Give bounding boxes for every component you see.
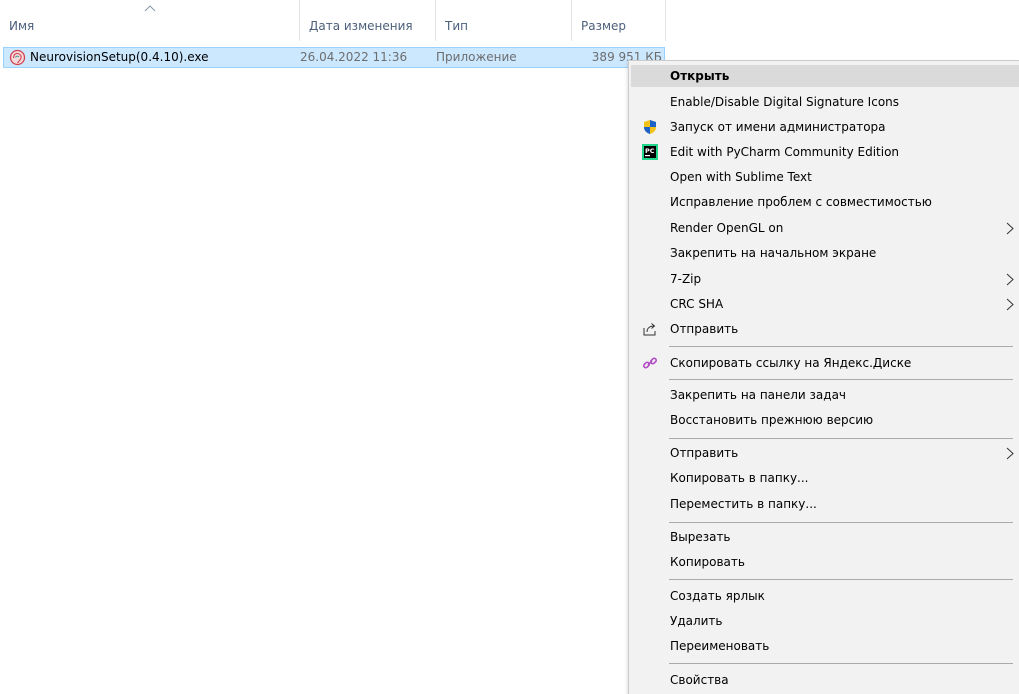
menu-item-move-to-folder-label: Переместить в папку... [670,497,817,511]
menu-item-sublime-label: Open with Sublime Text [670,170,812,184]
menu-item-run-as-admin-label: Запуск от имени администратора [670,120,886,134]
sort-ascending-icon [144,5,156,12]
menu-item-cut[interactable]: Вырезать [631,526,1019,548]
uac-shield-icon [644,120,656,134]
link-icon [642,357,658,369]
menu-item-compat-label: Исправление проблем с совместимостью [670,195,932,209]
column-header-size[interactable]: Размер [572,0,666,41]
neurovision-app-icon [9,49,26,66]
explorer-window: Имя Дата изменения Тип Размер Neurovisio… [0,0,1019,694]
menu-item-delete-label: Удалить [670,614,723,628]
menu-item-signature-icons[interactable]: Enable/Disable Digital Signature Icons [631,91,1019,113]
menu-separator [669,379,1013,380]
menu-item-cut-label: Вырезать [670,530,731,544]
file-date: 26.04.2022 11:36 [300,50,408,64]
menu-item-properties-label: Свойства [670,673,729,687]
menu-item-copy-to-folder-label: Копировать в папку... [670,471,809,485]
menu-item-restore-previous-label: Восстановить прежнюю версию [670,413,874,427]
menu-item-open-label: Открыть [670,69,730,83]
menu-item-run-as-admin[interactable]: Запуск от имени администратора [631,116,1019,138]
menu-separator [669,522,1013,523]
menu-item-share-label: Отправить [670,322,739,336]
menu-item-render-opengl[interactable]: Render OpenGL on [631,217,1019,239]
chevron-right-icon [1006,298,1014,311]
chevron-right-icon [1006,447,1014,460]
column-header-size-label: Размер [581,19,627,33]
share-icon [643,323,656,336]
menu-item-yandex-link-label: Скопировать ссылку на Яндекс.Диске [670,356,912,370]
menu-item-crc-sha-label: CRC SHA [670,297,724,311]
menu-item-properties[interactable]: Свойства [631,669,1019,691]
column-header-type-label: Тип [445,19,468,33]
svg-text:PC: PC [645,147,655,155]
column-header-name[interactable]: Имя [0,0,300,41]
column-header-bar: Имя Дата изменения Тип Размер [0,0,1019,41]
menu-item-restore-previous[interactable]: Восстановить прежнюю версию [631,409,1019,431]
menu-separator [669,346,1013,347]
menu-item-copy-label: Копировать [670,555,745,569]
menu-item-pycharm-label: Edit with PyCharm Community Edition [670,145,900,159]
menu-item-pycharm[interactable]: PC Edit with PyCharm Community Edition [631,141,1019,163]
menu-item-send-to-label: Отправить [670,446,739,460]
column-header-date-label: Дата изменения [309,19,413,33]
column-header-date[interactable]: Дата изменения [300,0,436,41]
file-name: NeurovisionSetup(0.4.10).exe [30,50,209,64]
menu-item-render-opengl-label: Render OpenGL on [670,221,784,235]
menu-item-rename[interactable]: Переименовать [631,635,1019,657]
column-header-name-label: Имя [9,19,35,33]
chevron-right-icon [1006,222,1014,235]
menu-item-create-shortcut-label: Создать ярлык [670,589,765,603]
menu-separator [669,438,1013,439]
menu-item-pin-taskbar-label: Закрепить на панели задач [670,388,847,402]
menu-item-compat[interactable]: Исправление проблем с совместимостью [631,191,1019,213]
file-row[interactable]: NeurovisionSetup(0.4.10).exe 26.04.2022 … [3,47,665,68]
menu-item-delete[interactable]: Удалить [631,610,1019,632]
menu-item-pin-start[interactable]: Закрепить на начальном экране [631,242,1019,264]
context-menu: Открыть Enable/Disable Digital Signature… [628,60,1019,694]
menu-item-7zip-label: 7-Zip [670,272,702,286]
column-header-type[interactable]: Тип [436,0,572,41]
menu-item-crc-sha[interactable]: CRC SHA [631,293,1019,315]
pycharm-icon: PC [642,144,658,160]
menu-item-sublime[interactable]: Open with Sublime Text [631,166,1019,188]
menu-item-share[interactable]: Отправить [631,318,1019,340]
menu-item-open[interactable]: Открыть [631,65,1019,87]
menu-separator [669,579,1013,580]
menu-item-pin-start-label: Закрепить на начальном экране [670,246,877,260]
chevron-right-icon [1006,273,1014,286]
menu-item-move-to-folder[interactable]: Переместить в папку... [631,493,1019,515]
menu-item-copy-to-folder[interactable]: Копировать в папку... [631,467,1019,489]
menu-item-rename-label: Переименовать [670,639,770,653]
menu-item-pin-taskbar[interactable]: Закрепить на панели задач [631,384,1019,406]
file-type: Приложение [436,50,517,64]
menu-item-yandex-link[interactable]: Скопировать ссылку на Яндекс.Диске [631,352,1019,374]
menu-separator [669,663,1013,664]
menu-item-create-shortcut[interactable]: Создать ярлык [631,585,1019,607]
menu-item-copy[interactable]: Копировать [631,551,1019,573]
menu-item-send-to[interactable]: Отправить [631,442,1019,464]
menu-item-signature-icons-label: Enable/Disable Digital Signature Icons [670,95,900,109]
menu-item-7zip[interactable]: 7-Zip [631,268,1019,290]
